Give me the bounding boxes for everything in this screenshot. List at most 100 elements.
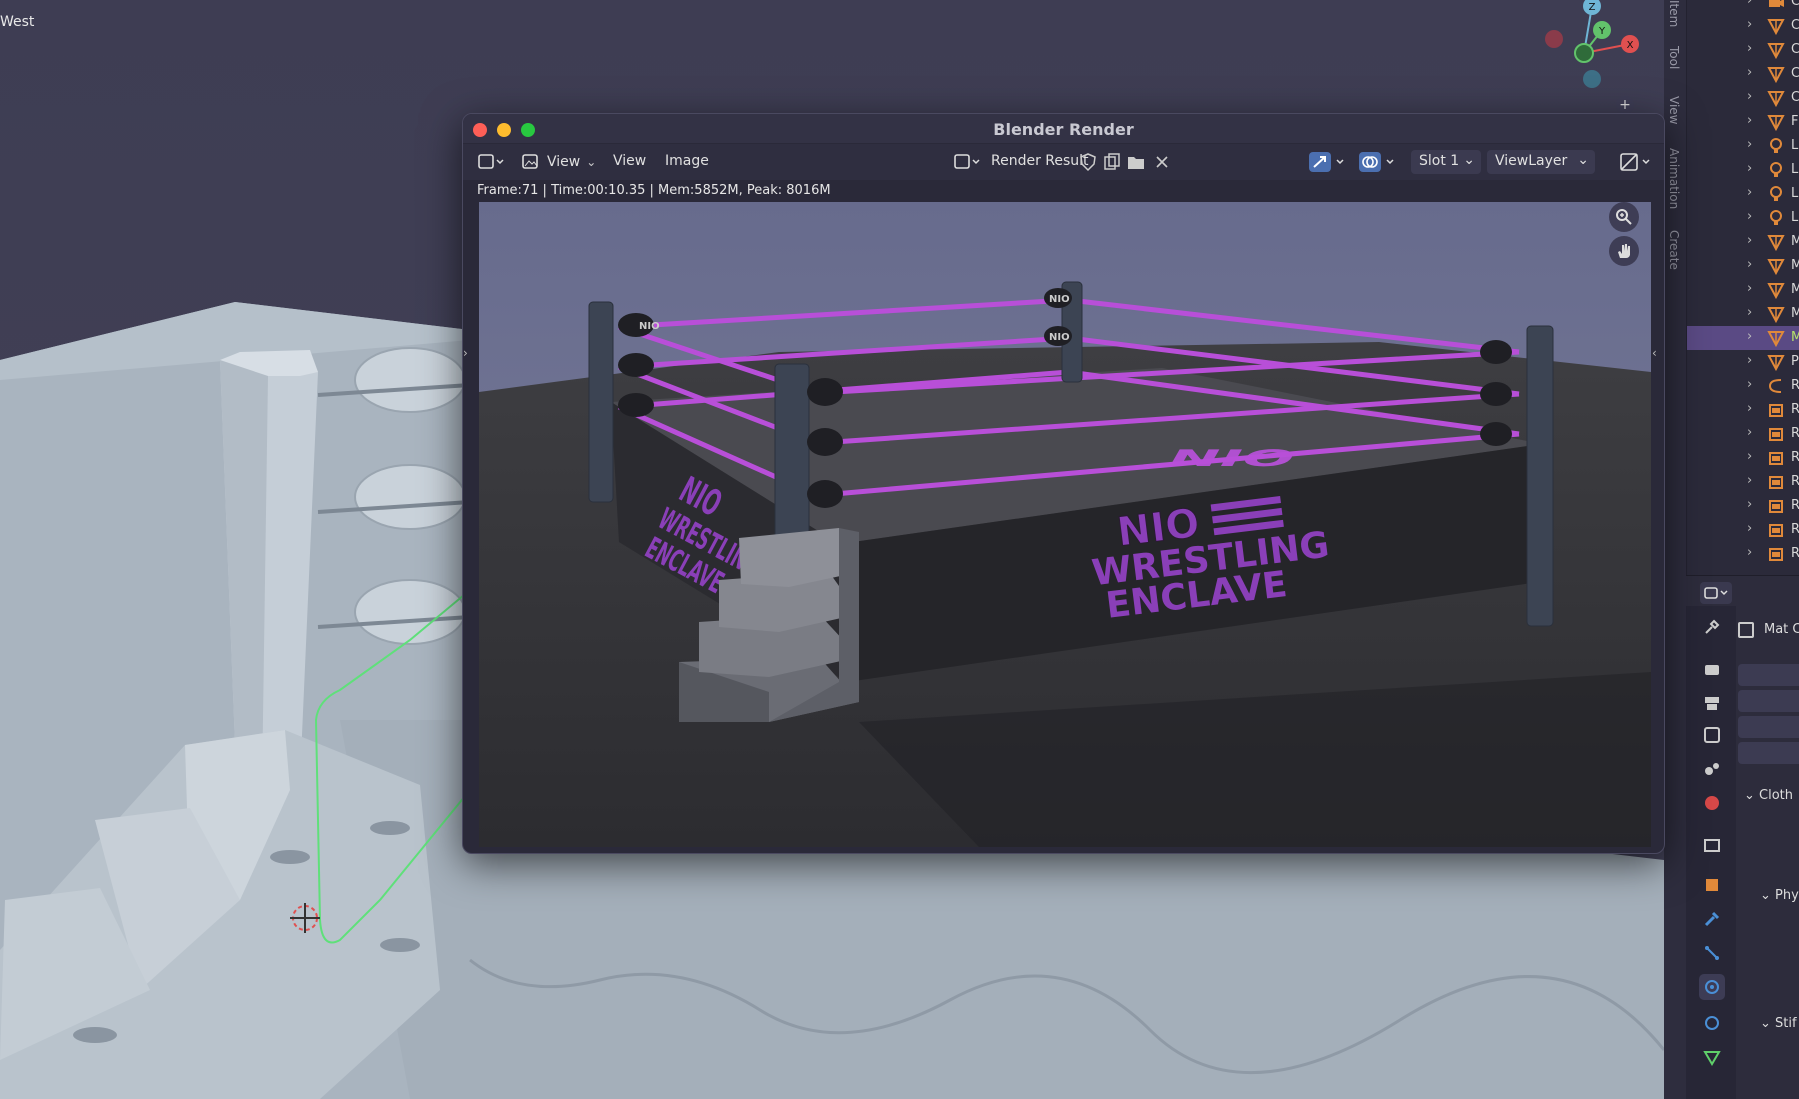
chevron-right-icon[interactable]: › [1747, 233, 1752, 248]
sidebar-expand-right-icon[interactable]: ‹ [1652, 346, 1664, 370]
menu-image[interactable]: Image [665, 153, 709, 169]
view-layer-tab-icon[interactable] [1699, 722, 1725, 748]
outliner-row[interactable]: › L [1687, 134, 1799, 158]
editor-type-button[interactable] [477, 151, 509, 173]
chevron-right-icon[interactable]: › [1747, 497, 1752, 512]
physics-section-header[interactable]: ⌄ Phy [1760, 888, 1799, 903]
sidebar-expand-left-icon[interactable]: › [463, 346, 475, 370]
chevron-right-icon[interactable]: › [1747, 41, 1752, 56]
slot-dropdown[interactable]: Slot 1 ⌄ [1411, 150, 1481, 174]
chevron-right-icon[interactable]: › [1747, 209, 1752, 224]
outliner-row[interactable]: ›R [1687, 398, 1799, 422]
outliner-row[interactable]: › L [1687, 182, 1799, 206]
outliner-row[interactable]: ›R [1687, 374, 1799, 398]
field-row-2[interactable] [1738, 690, 1799, 712]
unlink-image-button[interactable] [1151, 151, 1173, 173]
chevron-right-icon[interactable]: › [1747, 257, 1752, 272]
scene-tab-icon[interactable] [1699, 756, 1725, 782]
gizmo-toggle-button[interactable] [1309, 151, 1351, 173]
tab-animation[interactable]: Animation [1667, 148, 1681, 209]
image-name[interactable]: Render Result [991, 153, 1089, 169]
zoom-in-button[interactable] [1609, 202, 1639, 232]
render-image[interactable]: NIO NIO WRESTLING ENCLAVE NIO WRESTLING … [479, 202, 1651, 847]
particles-tab-icon[interactable] [1699, 940, 1725, 966]
outliner-row[interactable]: ›M [1687, 230, 1799, 254]
field-row-3[interactable] [1738, 716, 1799, 738]
outliner-row[interactable]: ›M [1687, 302, 1799, 326]
render-tab-icon[interactable] [1699, 656, 1725, 682]
chevron-right-icon[interactable]: › [1747, 89, 1752, 104]
outliner-row[interactable]: › P [1687, 350, 1799, 374]
outliner-row[interactable]: ›C [1687, 38, 1799, 62]
outliner-row[interactable]: › L [1687, 158, 1799, 182]
view-mode-dropdown[interactable]: View ⌄ [521, 151, 596, 173]
constraints-tab-icon[interactable] [1699, 1010, 1725, 1036]
tool-tab-icon[interactable] [1699, 614, 1725, 640]
chevron-right-icon[interactable]: › [1747, 449, 1752, 464]
open-image-button[interactable] [1125, 151, 1147, 173]
view-layer-dropdown[interactable]: ViewLayer ⌄ [1487, 150, 1595, 174]
chevron-right-icon[interactable]: › [1747, 353, 1752, 368]
chevron-right-icon[interactable]: › [1747, 17, 1752, 32]
chevron-right-icon[interactable]: › [1747, 329, 1752, 344]
chevron-right-icon[interactable]: › [1747, 113, 1752, 128]
chevron-right-icon[interactable]: › [1747, 0, 1752, 8]
chevron-right-icon[interactable]: › [1747, 545, 1752, 560]
mesh-icon [1767, 305, 1785, 324]
field-row-1[interactable] [1738, 664, 1799, 686]
object-tab-icon[interactable] [1699, 872, 1725, 898]
chevron-right-icon[interactable]: › [1747, 425, 1752, 440]
collection-tab-icon[interactable] [1699, 832, 1725, 858]
chevron-right-icon[interactable]: › [1747, 161, 1752, 176]
outliner-row[interactable]: ›R [1687, 422, 1799, 446]
chevron-right-icon[interactable]: › [1747, 137, 1752, 152]
chevron-right-icon[interactable]: › [1747, 281, 1752, 296]
zoom-plus-icon[interactable]: + [1616, 96, 1634, 114]
render-window-titlebar[interactable]: Blender Render [463, 114, 1664, 144]
outliner-row[interactable]: ›C [1687, 86, 1799, 110]
outliner-row[interactable]: › L [1687, 206, 1799, 230]
chevron-right-icon[interactable]: › [1747, 401, 1752, 416]
physics-tab-icon[interactable] [1699, 974, 1725, 1000]
chevron-right-icon[interactable]: › [1747, 185, 1752, 200]
outliner-row[interactable]: ›R [1687, 494, 1799, 518]
outliner-row[interactable]: ›R [1687, 518, 1799, 542]
outliner-row[interactable]: ›R [1687, 446, 1799, 470]
outliner-row-label: R [1791, 474, 1799, 489]
cloth-section-header[interactable]: ⌄ Cloth [1744, 788, 1793, 803]
outliner-row[interactable]: › F [1687, 110, 1799, 134]
field-row-4[interactable] [1738, 742, 1799, 764]
chevron-right-icon[interactable]: › [1747, 521, 1752, 536]
overlay-toggle-button[interactable] [1359, 151, 1401, 173]
outliner-row[interactable]: ›R [1687, 542, 1799, 566]
chevron-right-icon[interactable]: › [1747, 305, 1752, 320]
outliner-row[interactable]: ›C [1687, 14, 1799, 38]
world-tab-icon[interactable] [1699, 790, 1725, 816]
new-image-button[interactable] [1101, 151, 1123, 173]
tab-item[interactable]: Item [1667, 0, 1681, 27]
editor-type-dropdown[interactable] [1700, 582, 1732, 604]
output-tab-icon[interactable] [1699, 690, 1725, 716]
mesh-icon [1767, 257, 1785, 276]
tab-create[interactable]: Create [1667, 230, 1681, 270]
chevron-right-icon[interactable]: › [1747, 473, 1752, 488]
pan-button[interactable] [1609, 236, 1639, 266]
display-channels-button[interactable] [1619, 151, 1655, 173]
outliner-row[interactable]: ›C [1687, 62, 1799, 86]
outliner-row[interactable]: ›M [1687, 254, 1799, 278]
fake-user-button[interactable] [1077, 151, 1099, 173]
stiffness-section-header[interactable]: ⌄ Stif [1760, 1016, 1797, 1031]
outliner-row[interactable]: ›R [1687, 470, 1799, 494]
tab-view[interactable]: View [1667, 96, 1681, 124]
chevron-right-icon[interactable]: › [1747, 65, 1752, 80]
navigation-gizmo[interactable]: Z Y X [1530, 0, 1660, 100]
tab-tool[interactable]: Tool [1667, 46, 1681, 69]
chevron-right-icon[interactable]: › [1747, 377, 1752, 392]
outliner-row[interactable]: ›M [1687, 278, 1799, 302]
modifier-tab-icon[interactable] [1699, 906, 1725, 932]
outliner-row[interactable]: ›M [1687, 326, 1799, 350]
image-browse-button[interactable] [953, 151, 985, 173]
outliner-row[interactable]: ›C [1687, 0, 1799, 14]
menu-view[interactable]: View [613, 153, 646, 169]
data-tab-icon[interactable] [1699, 1044, 1725, 1070]
